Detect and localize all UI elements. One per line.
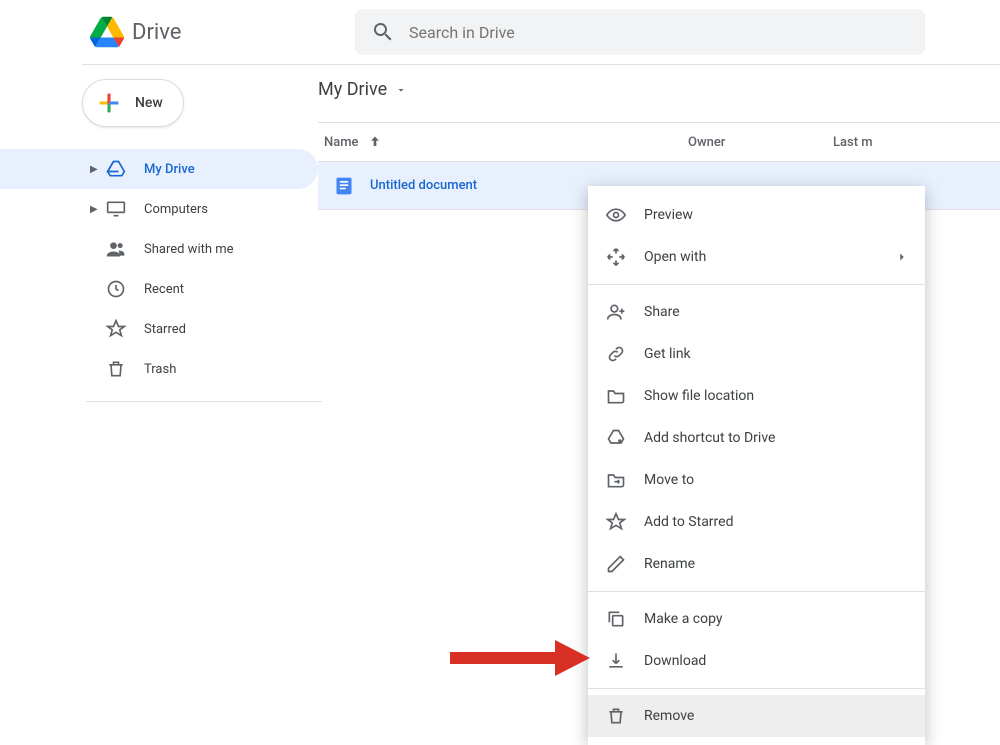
sidebar-item-recent[interactable]: Recent	[0, 269, 318, 309]
ctx-add-starred[interactable]: Add to Starred	[588, 501, 925, 543]
ctx-label: Get link	[644, 346, 691, 362]
download-icon	[606, 651, 626, 671]
eye-icon	[606, 205, 626, 225]
ctx-label: Show file location	[644, 388, 754, 404]
col-name[interactable]: Name	[318, 134, 688, 150]
ctx-label: Share	[644, 304, 680, 320]
sort-arrow-up-icon	[367, 134, 383, 150]
ctx-open-with[interactable]: Open with	[588, 236, 925, 278]
ctx-label: Preview	[644, 207, 693, 223]
search-icon	[371, 20, 395, 44]
person-add-icon	[606, 302, 626, 322]
trash-icon	[606, 706, 626, 726]
sidebar-item-my-drive[interactable]: ▶ My Drive	[0, 149, 318, 189]
ctx-make-copy[interactable]: Make a copy	[588, 598, 925, 640]
ctx-label: Add to Starred	[644, 514, 733, 530]
sidebar-item-trash[interactable]: Trash	[0, 349, 318, 389]
sidebar-item-label: Trash	[144, 362, 176, 377]
ctx-separator	[588, 284, 925, 285]
new-label: New	[135, 95, 163, 111]
drive-icon	[106, 159, 126, 179]
computer-icon	[106, 199, 126, 219]
folder-icon	[606, 386, 626, 406]
context-menu: Preview Open with Share Get link Show fi…	[588, 186, 925, 745]
clock-icon	[106, 279, 126, 299]
sidebar-item-shared[interactable]: Shared with me	[0, 229, 318, 269]
sidebar-item-label: Recent	[144, 282, 184, 297]
search-input[interactable]	[409, 23, 909, 42]
ctx-move-to[interactable]: Move to	[588, 459, 925, 501]
new-button[interactable]: New	[82, 79, 184, 127]
copy-icon	[606, 609, 626, 629]
plus-icon	[95, 89, 123, 117]
ctx-rename[interactable]: Rename	[588, 543, 925, 585]
ctx-label: Make a copy	[644, 611, 723, 627]
ctx-show-location[interactable]: Show file location	[588, 375, 925, 417]
move-icon	[606, 470, 626, 490]
link-icon	[606, 344, 626, 364]
col-last-modified[interactable]: Last m	[833, 135, 888, 150]
pencil-icon	[606, 554, 626, 574]
ctx-get-link[interactable]: Get link	[588, 333, 925, 375]
ctx-label: Add shortcut to Drive	[644, 430, 775, 446]
sidebar: New ▶ My Drive ▶ Computers Shared with m…	[0, 65, 318, 402]
breadcrumb-label: My Drive	[318, 79, 387, 100]
people-icon	[106, 239, 126, 259]
expand-triangle-icon[interactable]: ▶	[90, 164, 98, 175]
header: Drive	[0, 0, 1000, 64]
ctx-label: Remove	[644, 708, 694, 724]
chevron-right-icon	[895, 250, 909, 264]
star-icon	[106, 319, 126, 339]
sidebar-divider	[86, 401, 322, 402]
shortcut-icon	[606, 428, 626, 448]
ctx-label: Rename	[644, 556, 695, 572]
table-header: Name Owner Last m	[318, 122, 1000, 162]
col-name-label: Name	[324, 135, 359, 150]
search-bar[interactable]	[355, 9, 925, 55]
sidebar-item-computers[interactable]: ▶ Computers	[0, 189, 318, 229]
openwith-icon	[606, 247, 626, 267]
logo-area[interactable]: Drive	[90, 15, 355, 49]
ctx-label: Open with	[644, 249, 706, 265]
trash-icon	[106, 359, 126, 379]
sidebar-item-label: Computers	[144, 202, 208, 217]
sidebar-item-label: My Drive	[144, 162, 195, 177]
sidebar-item-label: Starred	[144, 322, 186, 337]
sidebar-list: ▶ My Drive ▶ Computers Shared with me Re…	[82, 149, 318, 389]
annotation-arrow-icon	[450, 638, 590, 678]
expand-triangle-icon[interactable]: ▶	[90, 204, 98, 215]
breadcrumb[interactable]: My Drive	[318, 79, 1000, 100]
ctx-add-shortcut[interactable]: Add shortcut to Drive	[588, 417, 925, 459]
ctx-remove[interactable]: Remove	[588, 695, 925, 737]
ctx-share[interactable]: Share	[588, 291, 925, 333]
col-last-label: Last m	[833, 135, 873, 150]
docs-file-icon	[334, 176, 354, 196]
file-name: Untitled document	[370, 178, 477, 193]
drive-logo-icon	[90, 15, 124, 49]
ctx-download[interactable]: Download	[588, 640, 925, 682]
sidebar-item-label: Shared with me	[144, 242, 234, 257]
sidebar-item-starred[interactable]: Starred	[0, 309, 318, 349]
col-owner-label: Owner	[688, 135, 725, 150]
star-icon	[606, 512, 626, 532]
ctx-separator	[588, 688, 925, 689]
ctx-label: Move to	[644, 472, 694, 488]
ctx-preview[interactable]: Preview	[588, 194, 925, 236]
ctx-separator	[588, 591, 925, 592]
col-owner[interactable]: Owner	[688, 135, 833, 150]
caret-down-icon	[395, 84, 407, 96]
app-name: Drive	[132, 20, 181, 45]
